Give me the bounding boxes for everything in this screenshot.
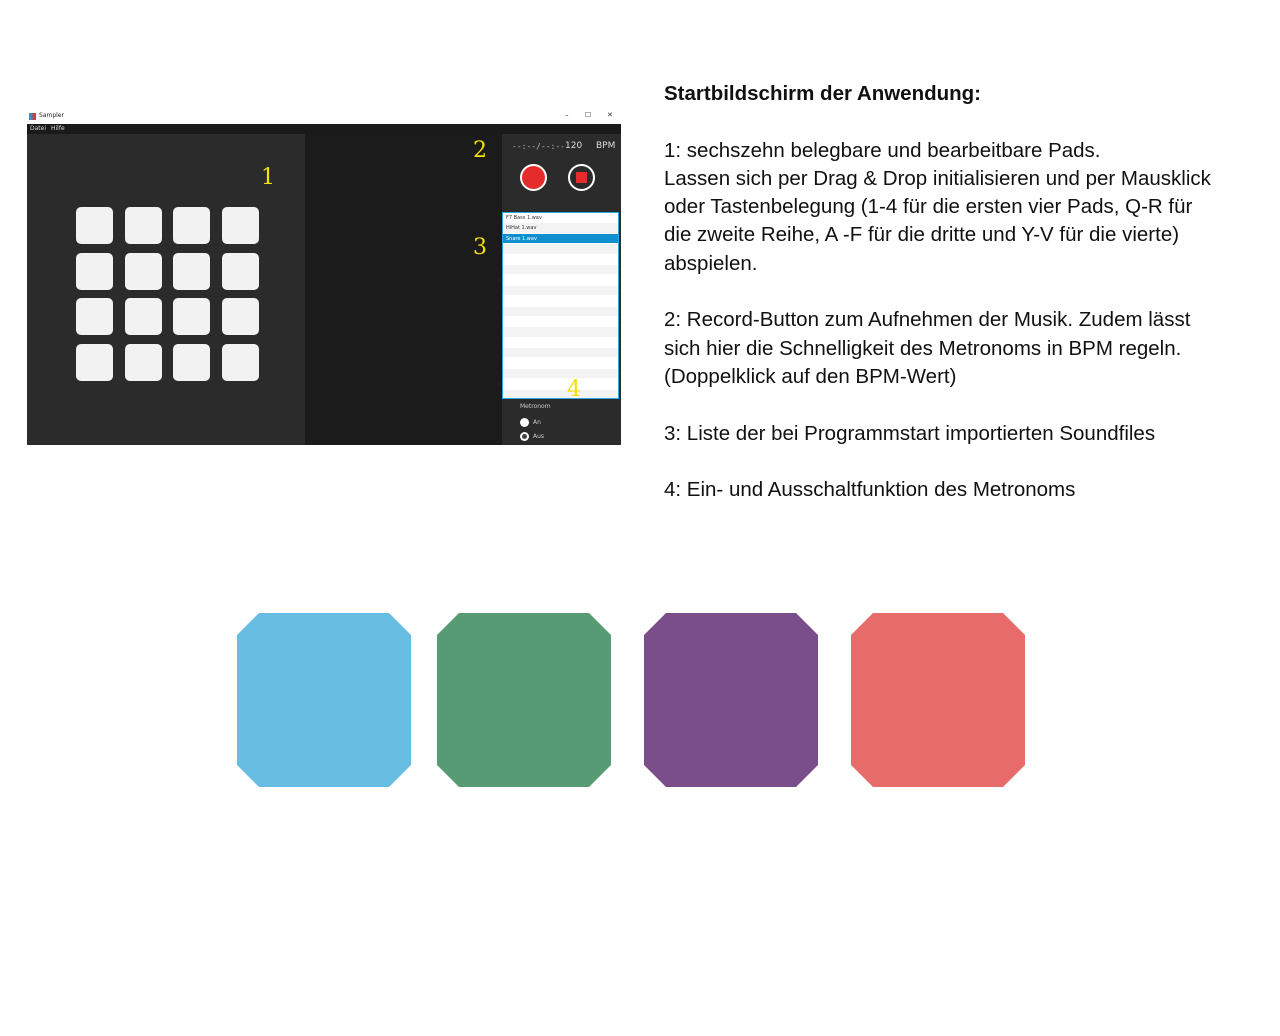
pad-7[interactable] xyxy=(173,252,210,290)
sound-list-empty-row xyxy=(503,285,618,297)
metronome-off-label: Aus xyxy=(533,433,545,440)
radio-selected-dot xyxy=(522,434,527,439)
pad-2[interactable] xyxy=(124,207,162,244)
app-logo-icon xyxy=(29,113,36,120)
menu-hilfe[interactable]: Hilfe xyxy=(51,125,65,132)
stop-icon xyxy=(576,172,587,183)
pad-area: 1 xyxy=(27,134,305,445)
sound-list-empty-row xyxy=(503,264,618,276)
pad-6[interactable] xyxy=(124,252,162,290)
pad-16[interactable] xyxy=(221,343,259,381)
color-swatch-blue xyxy=(237,613,411,787)
sound-list-empty-row xyxy=(503,275,618,286)
menu-bar: Datei Hilfe xyxy=(27,124,621,134)
description-heading: Startbildschirm der Anwendung: xyxy=(664,82,982,105)
timecode-display: --:--/--:-- xyxy=(512,142,565,151)
maximize-button[interactable]: ☐ xyxy=(585,111,591,119)
bpm-value[interactable]: 120 xyxy=(565,141,582,151)
close-button[interactable]: ✕ xyxy=(607,111,613,119)
pad-10[interactable] xyxy=(124,298,162,335)
stop-button[interactable] xyxy=(568,164,595,191)
color-swatch-green xyxy=(437,613,611,787)
sound-list-empty-row xyxy=(503,306,618,317)
metronome-off-radio[interactable] xyxy=(520,432,529,441)
item2-line2: sich hier die Schnelligkeit des Metronom… xyxy=(664,336,1182,360)
title-bar: Sampler – ☐ ✕ xyxy=(27,111,621,124)
item4-line: 4: Ein- und Ausschaltfunktion des Metron… xyxy=(664,478,1076,502)
pad-11[interactable] xyxy=(173,298,210,335)
marker-2: 2 xyxy=(473,138,487,163)
sound-list-item[interactable]: Snare 1.wav xyxy=(503,233,618,245)
color-swatch-red xyxy=(851,613,1025,787)
pad-1[interactable] xyxy=(76,207,113,244)
control-panel: --:--/--:-- 120 BPM F7 Bass 1.wav HiHat 1… xyxy=(502,134,621,445)
sound-list-empty-row xyxy=(503,317,618,328)
item2-line1: 2: Record-Button zum Aufnehmen der Musik… xyxy=(664,308,1191,332)
sound-list-empty-row xyxy=(503,389,618,398)
sound-list-empty-row xyxy=(503,338,618,349)
item1-line5: abspielen. xyxy=(664,251,758,275)
record-button[interactable] xyxy=(520,164,547,191)
sound-list-item[interactable]: F7 Bass 1.wav xyxy=(503,213,618,224)
pad-4[interactable] xyxy=(221,207,259,244)
item3-line: 3: Liste der bei Programmstart importier… xyxy=(664,421,1156,445)
sound-list-empty-row xyxy=(503,296,618,307)
pad-8[interactable] xyxy=(221,252,259,290)
item2-line3: (Doppelklick auf den BPM-Wert) xyxy=(664,364,957,388)
marker-4: 4 xyxy=(567,377,581,402)
minimize-button[interactable]: – xyxy=(565,111,569,119)
center-area xyxy=(305,134,502,445)
sound-list-empty-row xyxy=(503,368,618,380)
sound-list-empty-row xyxy=(503,255,618,265)
description-text: Startbildschirm der Anwendung: 1: sechsz… xyxy=(664,80,1264,504)
pad-13[interactable] xyxy=(76,343,113,381)
pad-15[interactable] xyxy=(173,343,210,381)
sound-list[interactable]: F7 Bass 1.wav HiHat 1.wav Snare 1.wav xyxy=(502,212,619,399)
window-title: Sampler xyxy=(39,112,64,119)
metronome-on-label: An xyxy=(533,419,541,426)
pad-14[interactable] xyxy=(124,343,162,381)
item1-line4: die zweite Reihe, A -F für die dritte un… xyxy=(664,223,1180,247)
bpm-unit-label: BPM xyxy=(596,141,616,151)
item1-line3: oder Tastenbelegung (1-4 für die ersten … xyxy=(664,195,1193,219)
metronome-on-radio[interactable] xyxy=(520,418,529,427)
pad-3[interactable] xyxy=(173,207,210,244)
marker-1: 1 xyxy=(261,165,275,190)
sound-list-empty-row xyxy=(503,244,618,255)
sound-list-item[interactable]: HiHat 1.wav xyxy=(503,223,618,234)
item1-line2: Lassen sich per Drag & Drop initialisier… xyxy=(664,166,1211,190)
sound-list-empty-row xyxy=(503,327,618,338)
menu-datei[interactable]: Datei xyxy=(30,125,46,132)
pad-5[interactable] xyxy=(76,252,113,290)
app-screenshot: Sampler – ☐ ✕ Datei Hilfe 1 --:--/--:-- … xyxy=(27,111,621,445)
metronome-label: Metronom xyxy=(520,403,551,410)
item1-line1: 1: sechszehn belegbare und bearbeitbare … xyxy=(664,138,1101,162)
color-swatch-purple xyxy=(644,613,818,787)
sound-list-empty-row xyxy=(503,379,618,390)
pad-12[interactable] xyxy=(221,298,259,335)
pad-9[interactable] xyxy=(76,298,113,335)
sound-list-empty-row xyxy=(503,348,618,359)
sound-list-empty-row xyxy=(503,358,618,369)
marker-3: 3 xyxy=(473,235,487,260)
